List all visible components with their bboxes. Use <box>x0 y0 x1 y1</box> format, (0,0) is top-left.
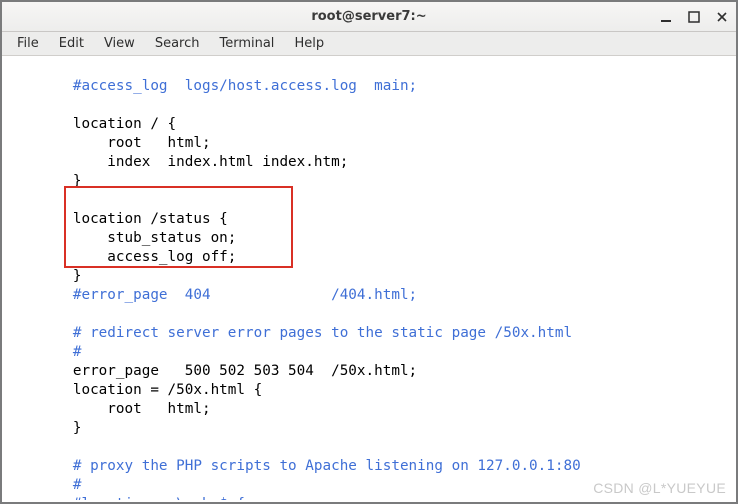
code-line: stub_status on; <box>4 230 236 246</box>
code-line: index index.html index.htm; <box>4 154 348 170</box>
code-line: #location ~ \.php$ { <box>4 496 245 500</box>
code-line: root html; <box>4 135 211 151</box>
menu-file[interactable]: File <box>8 34 48 53</box>
code-line: error_page 500 502 503 504 /50x.html; <box>4 363 417 379</box>
code-line: access_log off; <box>4 249 236 265</box>
terminal-area[interactable]: #access_log logs/host.access.log main; l… <box>4 58 734 500</box>
menu-search[interactable]: Search <box>146 34 209 53</box>
code-line: location / { <box>4 116 176 132</box>
menu-view[interactable]: View <box>95 34 144 53</box>
menu-edit[interactable]: Edit <box>50 34 93 53</box>
maximize-button[interactable] <box>686 9 702 25</box>
window-title: root@server7:~ <box>311 9 426 24</box>
code-line: # <box>4 477 81 493</box>
code-line: location /status { <box>4 211 228 227</box>
code-line: #error_page 404 /404.html; <box>4 287 417 303</box>
close-button[interactable] <box>714 9 730 25</box>
code-line: } <box>4 420 81 436</box>
code-line: } <box>4 268 81 284</box>
menubar: File Edit View Search Terminal Help <box>2 32 736 56</box>
menu-help[interactable]: Help <box>285 34 333 53</box>
code-line: location = /50x.html { <box>4 382 262 398</box>
code-line: # redirect server error pages to the sta… <box>4 325 572 341</box>
minimize-button[interactable] <box>658 9 674 25</box>
menu-terminal[interactable]: Terminal <box>210 34 283 53</box>
code-line: # <box>4 344 81 360</box>
code-line: #access_log logs/host.access.log main; <box>4 78 417 94</box>
window-controls <box>658 2 730 31</box>
code-line: # proxy the PHP scripts to Apache listen… <box>4 458 581 474</box>
code-line: root html; <box>4 401 211 417</box>
titlebar: root@server7:~ <box>2 2 736 32</box>
code-line: } <box>4 173 81 189</box>
